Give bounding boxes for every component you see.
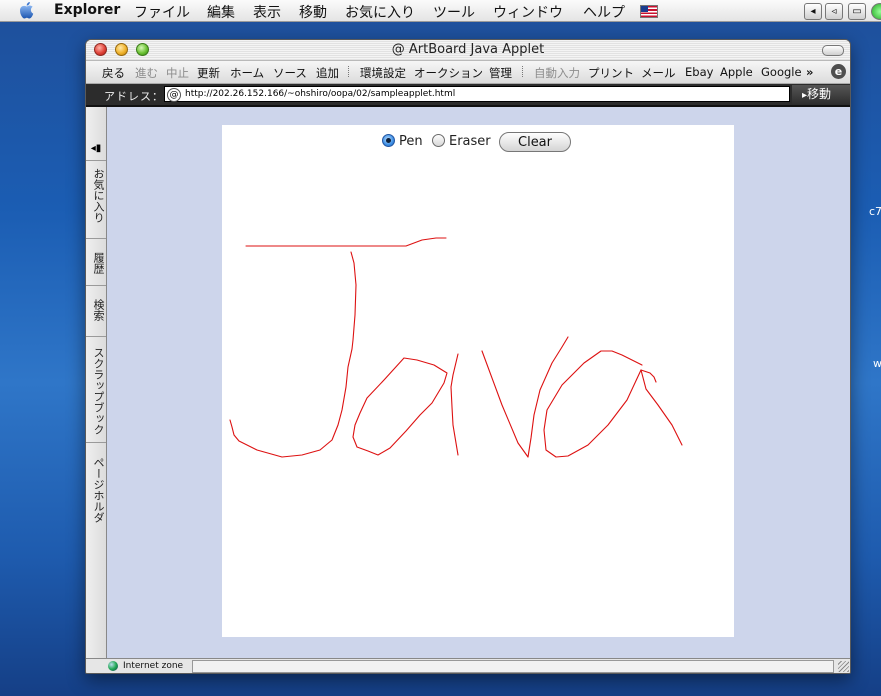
- tab-history[interactable]: 履歴: [86, 238, 106, 282]
- address-label: アドレス：: [104, 90, 164, 103]
- drawing-canvas[interactable]: [222, 125, 734, 637]
- home-button[interactable]: ホーム: [230, 65, 264, 81]
- pen-stroke: [229, 251, 357, 458]
- pen-stroke: [543, 350, 683, 458]
- pen-stroke: [352, 357, 448, 456]
- us-flag-icon[interactable]: [640, 5, 658, 18]
- window-title: @ ArtBoard Java Applet: [86, 42, 850, 57]
- resize-grip-icon[interactable]: [838, 661, 849, 672]
- go-button[interactable]: ▸移動: [792, 85, 850, 104]
- toolbar-toggle-button[interactable]: [822, 45, 844, 56]
- status-icon[interactable]: [871, 3, 881, 20]
- desktop-icon-label: c7: [869, 205, 881, 218]
- apple-button[interactable]: Apple: [720, 65, 753, 79]
- preferences-button[interactable]: 環境設定: [360, 65, 406, 81]
- ie-logo-icon: e: [831, 64, 846, 79]
- url-text: http://202.26.152.166/~ohshiro/oopa/02/s…: [185, 89, 456, 99]
- toolbar-separator: [522, 66, 525, 77]
- menu-help[interactable]: ヘルプ: [583, 2, 625, 22]
- app-menu-explorer[interactable]: Explorer: [54, 2, 120, 18]
- browser-toolbar: 戻る 進む 中止 更新 ホーム ソース 追加 環境設定 オークション 管理 自動…: [86, 61, 850, 84]
- volume-icon[interactable]: ◂: [804, 3, 822, 20]
- pen-stroke: [245, 237, 447, 247]
- apple-menu-icon[interactable]: [18, 1, 35, 20]
- toolbar-separator: [348, 66, 351, 77]
- tab-page-holder[interactable]: ページホルダ: [86, 442, 106, 532]
- menu-favorites[interactable]: お気に入り: [345, 2, 415, 22]
- menu-tools[interactable]: ツール: [433, 2, 475, 22]
- print-button[interactable]: プリント: [588, 65, 634, 81]
- pen-label: Pen: [399, 134, 423, 149]
- menu-file[interactable]: ファイル: [134, 2, 190, 22]
- page-icon: @: [391, 42, 409, 57]
- menu-view[interactable]: 表示: [253, 2, 281, 22]
- menu-go[interactable]: 移動: [299, 2, 327, 22]
- menu-window[interactable]: ウィンドウ: [493, 2, 563, 22]
- back-button[interactable]: 戻る: [102, 65, 125, 81]
- auction-button[interactable]: オークション: [414, 65, 483, 81]
- toolbar-overflow-button[interactable]: »: [806, 65, 813, 79]
- menu-edit[interactable]: 編集: [207, 2, 235, 22]
- go-label: 移動: [807, 87, 832, 101]
- forward-button[interactable]: 進む: [135, 65, 158, 81]
- eraser-radio[interactable]: [432, 134, 445, 147]
- tab-favorites[interactable]: お気に入り: [86, 160, 106, 226]
- mail-button[interactable]: メール: [641, 65, 676, 81]
- status-zone-text: Internet zone: [123, 661, 184, 671]
- stop-button[interactable]: 中止: [166, 65, 189, 81]
- refresh-button[interactable]: 更新: [197, 65, 220, 81]
- menu-bar: Explorer ファイル 編集 表示 移動 お気に入り ツール ウィンドウ ヘ…: [0, 0, 881, 22]
- eraser-label: Eraser: [449, 134, 491, 149]
- source-button[interactable]: ソース: [273, 65, 307, 81]
- eraser-radio-option[interactable]: Eraser: [432, 134, 491, 149]
- page-content: Pen Eraser Clear: [107, 107, 850, 658]
- clear-button[interactable]: Clear: [499, 132, 571, 152]
- google-button[interactable]: Google: [761, 65, 802, 79]
- tab-scrapbook[interactable]: スクラップブック: [86, 336, 106, 440]
- address-bar: アドレス： @ http://202.26.152.166/~ohshiro/oo…: [86, 84, 850, 107]
- page-icon: @: [167, 88, 181, 102]
- desktop-icon-label: w: [873, 357, 881, 370]
- pen-radio-option[interactable]: Pen: [382, 134, 423, 149]
- status-field: [192, 660, 834, 673]
- autofill-button[interactable]: 自動入力: [534, 65, 580, 81]
- java-applet-canvas[interactable]: Pen Eraser Clear: [222, 125, 734, 637]
- tab-search[interactable]: 検索: [86, 285, 106, 329]
- browser-window: @ ArtBoard Java Applet 戻る 進む 中止 更新 ホーム ソ…: [85, 39, 851, 674]
- manage-button[interactable]: 管理: [489, 65, 512, 81]
- display-icon[interactable]: ▭: [848, 3, 866, 20]
- status-bar: Internet zone: [86, 658, 850, 673]
- pen-stroke: [450, 353, 459, 456]
- applet-controls: Pen Eraser Clear: [222, 132, 734, 154]
- sound-icon[interactable]: ◃: [825, 3, 843, 20]
- add-favorite-button[interactable]: 追加: [316, 65, 339, 81]
- window-titlebar[interactable]: @ ArtBoard Java Applet: [86, 40, 850, 61]
- explorer-bar: ◂▮ お気に入り 履歴 検索 スクラップブック ページホルダ: [86, 107, 107, 658]
- explorer-bar-toggle-icon[interactable]: ◂▮: [89, 143, 103, 155]
- ebay-button[interactable]: Ebay: [685, 65, 713, 79]
- address-field[interactable]: @ http://202.26.152.166/~ohshiro/oopa/02/…: [164, 86, 790, 102]
- pen-radio[interactable]: [382, 134, 395, 147]
- window-title-text: ArtBoard Java Applet: [408, 42, 545, 57]
- globe-icon: [108, 661, 118, 671]
